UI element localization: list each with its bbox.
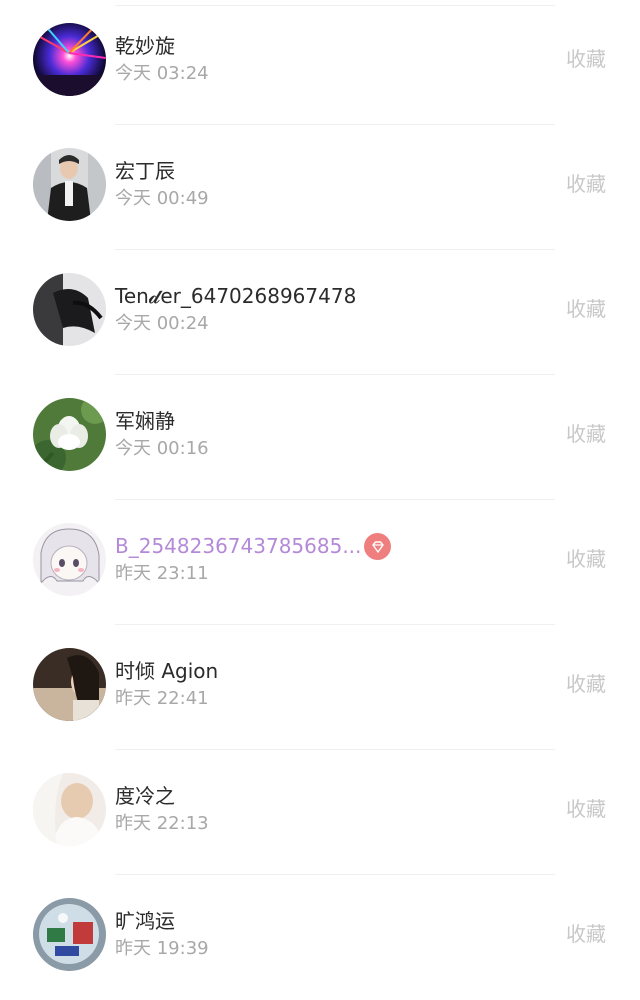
list-item[interactable]: 时倾 Agion 昨天 22:41 收藏 [0,625,640,750]
favorite-button[interactable]: 收藏 [566,671,606,697]
girl-portrait-avatar[interactable] [33,648,106,721]
list-item[interactable]: 宏丁辰 今天 00:49 收藏 [0,125,640,250]
list-item[interactable]: 军娴静 今天 00:16 收藏 [0,375,640,500]
favorite-button[interactable]: 收藏 [566,796,606,822]
user-name[interactable]: 旷鸿运 [115,908,175,934]
timestamp: 今天 00:24 [115,313,209,334]
timestamp: 昨天 22:41 [115,688,209,709]
user-name[interactable]: B_2548236743785685... [115,533,361,559]
timestamp: 今天 03:24 [115,63,209,84]
user-name[interactable]: 乾妙旋 [115,33,175,59]
user-name[interactable]: Ten𝓭er_6470268967478 [115,283,356,309]
favorite-button[interactable]: 收藏 [566,46,606,72]
favorite-button[interactable]: 收藏 [566,921,606,947]
dark-figure-avatar[interactable] [33,273,106,346]
timestamp: 昨天 19:39 [115,938,209,959]
list-item[interactable]: B_2548236743785685... 昨天 23:11 收藏 [0,500,640,625]
timestamp: 今天 00:16 [115,438,209,459]
white-flower-avatar[interactable] [33,398,106,471]
favorite-button[interactable]: 收藏 [566,296,606,322]
list-item[interactable]: 乾妙旋 今天 03:24 收藏 [0,0,640,125]
blurred-portrait-avatar[interactable] [33,773,106,846]
user-name[interactable]: 军娴静 [115,408,175,434]
favorite-button[interactable]: 收藏 [566,171,606,197]
favorite-button[interactable]: 收藏 [566,546,606,572]
list-item[interactable]: 旷鸿运 昨天 19:39 收藏 [0,875,640,1000]
vip-diamond-icon [364,533,391,560]
list-item[interactable]: Ten𝓭er_6470268967478 今天 00:24 收藏 [0,250,640,375]
list-item[interactable]: 度冷之 昨天 22:13 收藏 [0,750,640,875]
timestamp: 今天 00:49 [115,188,209,209]
concert-lights-avatar[interactable] [33,23,106,96]
timestamp: 昨天 22:13 [115,813,209,834]
anime-girl-avatar[interactable] [33,523,106,596]
glass-ball-avatar[interactable] [33,898,106,971]
user-name[interactable]: 宏丁辰 [115,158,175,184]
man-portrait-avatar[interactable] [33,148,106,221]
favorite-button[interactable]: 收藏 [566,421,606,447]
timestamp: 昨天 23:11 [115,563,209,584]
user-name[interactable]: 度冷之 [115,783,175,809]
user-list: 乾妙旋 今天 03:24 收藏 宏丁辰 今天 00:49 收藏 Ten𝓭er_6… [0,0,640,988]
user-name[interactable]: 时倾 Agion [115,658,218,684]
